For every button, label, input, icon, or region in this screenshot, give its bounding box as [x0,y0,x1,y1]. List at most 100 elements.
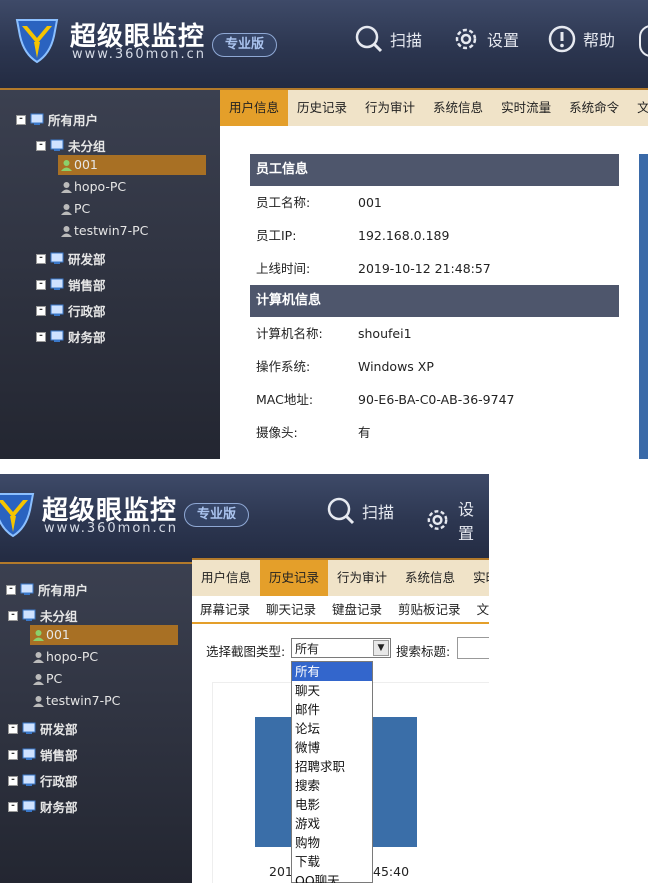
tab-behavior-audit[interactable]: 行为审计 [356,90,424,126]
tree-user-pc[interactable]: PC [60,201,90,216]
tab-system-command[interactable]: 系统命令 [560,90,628,126]
option-shopping[interactable]: 购物 [292,833,372,852]
settings-button[interactable]: 设置 [423,496,489,544]
group-icon [50,252,64,264]
tree-group-finance[interactable]: - 财务部 [36,327,106,346]
logo-icon [0,488,36,538]
help-button[interactable]: 帮助 [547,24,615,54]
tree-group-finance[interactable]: - 财务部 [8,797,78,816]
tree-group-ungrouped[interactable]: - 未分组 [36,136,106,155]
option-forum[interactable]: 论坛 [292,719,372,738]
collapse-icon[interactable]: - [36,305,46,316]
option-movies[interactable]: 电影 [292,795,372,814]
user-info-table: 员工信息 员工名称: 001 员工IP: 192.168.0.189 上线时间: 20… [250,154,619,449]
option-search[interactable]: 搜索 [292,776,372,795]
gear-icon [455,28,477,50]
search-title-label: 搜索标题: [396,644,451,659]
tree-group-admin[interactable]: - 行政部 [8,771,78,790]
tree-user-001[interactable]: 001 [32,627,70,642]
tree-user-testwin7-pc[interactable]: testwin7-PC [60,223,148,238]
employee-info-header: 员工信息 [250,154,619,186]
screenshot-thumbnail[interactable] [370,717,417,847]
more-button[interactable] [639,25,648,57]
option-chat[interactable]: 聊天 [292,681,372,700]
tab-user-info[interactable]: 用户信息 [192,560,260,596]
tab-system-info[interactable]: 系统信息 [424,90,492,126]
user-icon [33,695,44,707]
collapse-icon[interactable]: - [6,584,16,595]
collapse-icon[interactable]: - [36,331,46,342]
tab-history[interactable]: 历史记录 [260,560,329,596]
collapse-icon[interactable]: - [8,749,18,760]
group-icon [50,139,64,151]
tree-user-hopo-pc[interactable]: hopo-PC [32,649,98,664]
logo-icon [14,14,60,64]
search-title-input[interactable] [457,637,489,659]
tree-group-rd[interactable]: - 研发部 [8,719,78,738]
subtab-file[interactable]: 文 [469,598,489,622]
tree-user-hopo-pc[interactable]: hopo-PC [60,179,126,194]
edition-badge: 专业版 [184,503,250,527]
option-weibo[interactable]: 微博 [292,738,372,757]
collapse-icon[interactable]: - [8,610,18,621]
group-icon [22,800,36,812]
scan-button[interactable]: 扫描 [326,496,394,526]
tab-realtime[interactable]: 实时 [464,560,489,596]
option-jobs[interactable]: 招聘求职 [292,757,372,776]
app-header: 超级眼监控 www.360mon.cn 专业版 扫描 设置 [0,474,489,562]
group-icon [22,774,36,786]
tree-group-admin[interactable]: - 行政部 [36,301,106,320]
subtab-keyboard-records[interactable]: 键盘记录 [324,598,390,622]
settings-button[interactable]: 设置 [451,24,519,54]
option-mail[interactable]: 邮件 [292,700,372,719]
tree-root[interactable]: - 所有用户 [16,110,98,129]
subtab-chat-records[interactable]: 聊天记录 [258,598,324,622]
tab-behavior-audit[interactable]: 行为审计 [328,560,396,596]
tree-group-sales[interactable]: - 销售部 [8,745,78,764]
search-icon [355,25,383,53]
tree-user-001[interactable]: 001 [60,157,98,172]
user-icon [33,673,44,685]
option-qq-chat[interactable]: QQ聊天 [292,871,372,883]
tree-group-rd[interactable]: - 研发部 [36,249,106,268]
app-header: 超级眼监控 www.360mon.cn 专业版 扫描 设置 帮助 [0,0,648,88]
user-tree-sidebar: - 所有用户 - 未分组 001 hopo-PC PC testwin7-PC … [0,562,192,883]
help-label: 帮助 [583,31,616,50]
tree-user-pc[interactable]: PC [32,671,62,686]
option-all[interactable]: 所有 [292,662,372,681]
tab-realtime-traffic[interactable]: 实时流量 [492,90,560,126]
main-tabs: 用户信息 历史记录 行为审计 系统信息 实时 [192,558,489,596]
collapse-icon[interactable]: - [8,775,18,786]
screenshot-type-select[interactable]: 所有 ▼ [291,638,391,658]
info-row: 摄像头: 有 [256,425,371,440]
app-url: www.360mon.cn [72,47,207,62]
chevron-down-icon[interactable]: ▼ [373,640,389,656]
user-icon [33,629,44,641]
user-icon [61,203,72,215]
collapse-icon[interactable]: - [36,140,46,151]
collapse-icon[interactable]: - [8,723,18,734]
search-icon [327,497,355,525]
collapse-icon[interactable]: - [8,801,18,812]
collapse-icon[interactable]: - [16,114,26,125]
option-download[interactable]: 下载 [292,852,372,871]
option-games[interactable]: 游戏 [292,814,372,833]
tab-history[interactable]: 历史记录 [288,90,356,126]
screenshot-thumbnail[interactable] [255,717,295,847]
gear-icon [427,510,448,530]
collapse-icon[interactable]: - [36,279,46,290]
subtab-clipboard-records[interactable]: 剪贴板记录 [390,598,469,622]
subtab-screen-records[interactable]: 屏幕记录 [192,598,258,622]
tab-user-info[interactable]: 用户信息 [220,90,289,126]
tree-user-testwin7-pc[interactable]: testwin7-PC [32,693,120,708]
group-icon [50,278,64,290]
tree-root[interactable]: - 所有用户 [6,580,88,599]
tab-file[interactable]: 文 [628,90,648,126]
tree-group-sales[interactable]: - 销售部 [36,275,106,294]
scan-button[interactable]: 扫描 [354,24,422,54]
tree-group-ungrouped[interactable]: - 未分组 [8,606,78,625]
user-tree-sidebar: - 所有用户 - 未分组 001 hopo-PC PC testwin7-PC … [0,88,220,459]
user-info-screen: 超级眼监控 www.360mon.cn 专业版 扫描 设置 帮助 - 所有用户 … [0,0,648,459]
collapse-icon[interactable]: - [36,253,46,264]
tab-system-info[interactable]: 系统信息 [396,560,464,596]
